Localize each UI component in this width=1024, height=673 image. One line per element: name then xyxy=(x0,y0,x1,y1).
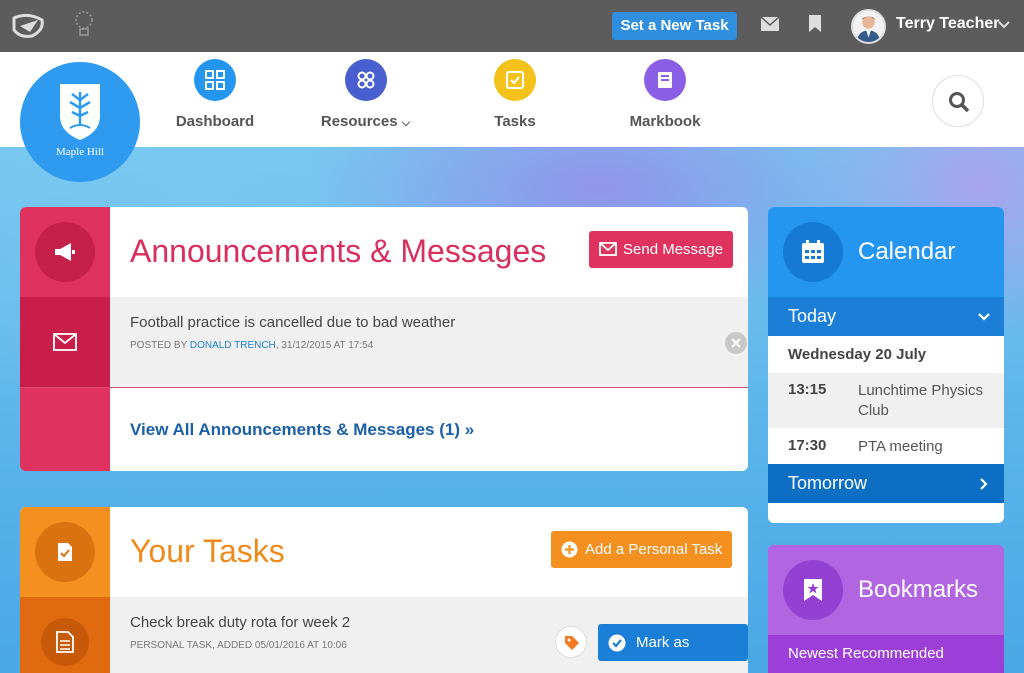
author-link[interactable]: DONALD TRENCH xyxy=(190,340,276,351)
chevron-down-icon xyxy=(978,313,990,321)
today-label: Today xyxy=(788,306,837,326)
nav-tasks[interactable]: Tasks xyxy=(475,59,555,130)
top-bar: Set a New Task Terry Teacher xyxy=(0,0,1024,52)
grid-icon xyxy=(194,59,236,101)
mail-icon[interactable] xyxy=(761,17,779,31)
chevron-down-icon: ⌵ xyxy=(401,117,411,129)
message-row-side xyxy=(20,297,110,387)
date-label: Wednesday 20 July xyxy=(788,346,927,363)
bookmarks-title: Bookmarks xyxy=(858,576,979,603)
calendar-icon xyxy=(783,222,843,282)
school-name: Maple Hill xyxy=(56,146,104,158)
task-title[interactable]: Check break duty rota for week 2 xyxy=(130,614,350,631)
task-meta: PERSONAL TASK, ADDED 05/01/2016 AT 10:06 xyxy=(130,640,347,651)
school-badge[interactable]: Maple Hill xyxy=(20,62,140,182)
calendar-date: Wednesday 20 July xyxy=(768,336,1004,373)
envelope-icon xyxy=(53,333,77,351)
calendar-card: Calendar Today Wednesday 20 July 13:15 L… xyxy=(768,207,1004,523)
task-row-side xyxy=(20,597,110,673)
bookmarks-card: Bookmarks Newest Recommended xyxy=(768,545,1004,673)
chevron-right-icon xyxy=(980,478,988,490)
calendar-title: Calendar xyxy=(858,238,956,265)
search-button[interactable] xyxy=(932,75,984,127)
announcements-title: Announcements & Messages xyxy=(130,233,547,269)
nav-resources[interactable]: Resources ⌵ xyxy=(318,59,413,130)
view-all-row-side xyxy=(20,388,110,471)
search-icon xyxy=(949,92,970,113)
calendar-header: Calendar xyxy=(768,207,1004,297)
send-message-button[interactable]: Send Message xyxy=(589,231,734,268)
event-name: PTA meeting xyxy=(858,438,943,455)
bookmark-star-icon xyxy=(783,560,843,620)
nav-markbook[interactable]: Markbook xyxy=(625,59,705,130)
close-icon[interactable] xyxy=(724,331,748,355)
view-all-announcements-link[interactable]: View All Announcements & Messages (1) » xyxy=(130,420,474,440)
resources-icon xyxy=(344,59,387,101)
newest-recommended-tab[interactable]: Newest Recommended xyxy=(768,635,1004,673)
nav-label: Tasks xyxy=(494,113,536,130)
chevron-down-icon[interactable] xyxy=(998,21,1010,29)
avatar[interactable] xyxy=(851,9,886,44)
user-name[interactable]: Terry Teacher xyxy=(896,15,999,33)
book-icon xyxy=(644,59,686,101)
nav-dashboard[interactable]: Dashboard xyxy=(175,59,255,130)
calendar-event[interactable]: 13:15 Lunchtime Physics Club xyxy=(768,373,1004,428)
bookmark-icon[interactable] xyxy=(809,15,821,32)
school-crest-icon xyxy=(60,84,100,140)
nav-label: Resources ⌵ xyxy=(320,113,411,130)
lightbulb-icon[interactable] xyxy=(74,10,94,40)
tag-icon xyxy=(565,636,579,650)
mark-as-done-button[interactable]: Mark as Done xyxy=(598,624,748,673)
list-item[interactable]: Check break duty rota for week 2 PERSONA… xyxy=(110,597,748,673)
calendar-event[interactable]: 17:30 PTA meeting xyxy=(768,428,1004,464)
tasks-title: Your Tasks xyxy=(130,533,285,569)
message-meta: POSTED BY DONALD TRENCH, 31/12/2015 AT 1… xyxy=(130,340,374,351)
message-title[interactable]: Football practice is cancelled due to ba… xyxy=(130,314,455,331)
check-square-icon xyxy=(494,59,536,101)
envelope-icon xyxy=(599,242,617,256)
nav-label: Dashboard xyxy=(175,113,255,130)
document-icon xyxy=(41,618,89,666)
tomorrow-toggle[interactable]: Tomorrow xyxy=(768,464,1004,503)
announcements-card: Announcements & Messages Send Message Fo… xyxy=(20,207,748,471)
divider xyxy=(20,387,748,388)
plus-circle-icon xyxy=(561,541,578,558)
list-item[interactable]: Football practice is cancelled due to ba… xyxy=(110,297,748,387)
today-toggle[interactable]: Today xyxy=(768,297,1004,336)
event-time: 13:15 xyxy=(788,381,827,398)
clipboard-check-icon xyxy=(35,522,95,582)
tasks-card: Your Tasks Add a Personal Task Check bre… xyxy=(20,507,748,673)
tomorrow-label: Tomorrow xyxy=(788,473,868,493)
app-logo-icon[interactable] xyxy=(10,12,46,40)
megaphone-icon xyxy=(35,222,95,282)
event-time: 17:30 xyxy=(788,437,827,454)
add-personal-task-button[interactable]: Add a Personal Task xyxy=(551,531,733,568)
nav-label: Markbook xyxy=(629,113,701,130)
newest-recommended-label: Newest Recommended xyxy=(788,645,944,662)
event-name: Lunchtime Physics Club xyxy=(858,382,984,419)
check-circle-icon xyxy=(608,634,626,652)
tag-button[interactable] xyxy=(555,626,587,658)
set-new-task-button[interactable]: Set a New Task xyxy=(612,12,737,40)
